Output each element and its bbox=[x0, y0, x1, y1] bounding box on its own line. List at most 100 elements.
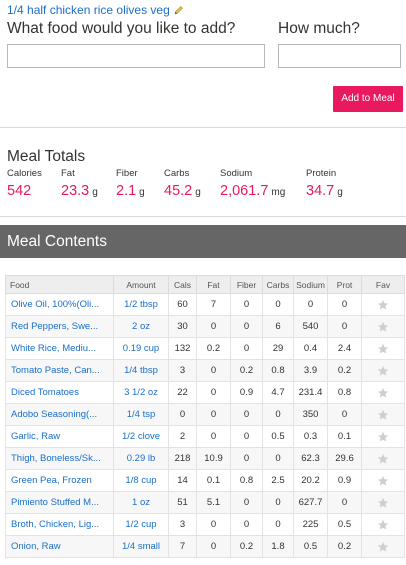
amount-link[interactable]: 1/8 cup bbox=[113, 469, 169, 492]
amount-link[interactable]: 1/2 clove bbox=[113, 425, 169, 448]
meal-totals-title: Meal Totals bbox=[7, 148, 86, 165]
amount-link[interactable]: 1/4 small bbox=[113, 535, 169, 558]
cell-cals: 132 bbox=[168, 337, 197, 360]
star-icon[interactable] bbox=[377, 431, 389, 443]
quantity-input[interactable] bbox=[278, 44, 401, 68]
amount-link[interactable]: 1/4 tsp bbox=[113, 403, 169, 426]
table-row: Adobo Seasoning(... 1/4 tsp 0 0 0 0 350 0 bbox=[5, 403, 405, 426]
table-header-row: Food Amount Cals Fat Fiber Carbs Sodium … bbox=[5, 275, 405, 294]
total-label: Sodium bbox=[220, 168, 253, 179]
cell-fat: 0 bbox=[196, 381, 231, 404]
meal-contents-table: Food Amount Cals Fat Fiber Carbs Sodium … bbox=[5, 275, 405, 558]
total-protein: Protein 34.7 g bbox=[306, 168, 343, 199]
cell-cals: 2 bbox=[168, 425, 197, 448]
amount-link[interactable]: 1/2 cup bbox=[113, 513, 169, 536]
cell-sodium: 225 bbox=[293, 513, 328, 536]
total-carbs: Carbs 45.2 g bbox=[164, 168, 201, 199]
food-name-link[interactable]: White Rice, Mediu... bbox=[5, 337, 114, 360]
column-header-carbs[interactable]: Carbs bbox=[262, 275, 294, 294]
cell-fav bbox=[361, 315, 405, 338]
column-header-amount[interactable]: Amount bbox=[113, 275, 169, 294]
cell-prot: 0.1 bbox=[327, 425, 362, 448]
total-value: 2,061.7 mg bbox=[220, 183, 286, 199]
table-row: Thigh, Boneless/Sk... 0.29 lb 218 10.9 0 0 62.… bbox=[5, 447, 405, 470]
food-name-link[interactable]: Green Pea, Frozen bbox=[5, 469, 114, 492]
food-name-link[interactable]: Red Peppers, Swe... bbox=[5, 315, 114, 338]
star-icon[interactable] bbox=[377, 321, 389, 333]
food-name-link[interactable]: Thigh, Boneless/Sk... bbox=[5, 447, 114, 470]
cell-fiber: 0.2 bbox=[230, 359, 263, 382]
column-header-prot[interactable]: Prot bbox=[327, 275, 362, 294]
cell-cals: 14 bbox=[168, 469, 197, 492]
total-calories: Calories 542 bbox=[7, 168, 42, 199]
cell-fat: 0 bbox=[196, 425, 231, 448]
star-icon[interactable] bbox=[377, 497, 389, 509]
cell-carbs: 0 bbox=[262, 403, 294, 426]
star-icon[interactable] bbox=[377, 343, 389, 355]
cell-sodium: 540 bbox=[293, 315, 328, 338]
star-icon[interactable] bbox=[377, 409, 389, 421]
cell-sodium: 350 bbox=[293, 403, 328, 426]
cell-fav bbox=[361, 293, 405, 316]
column-header-fat[interactable]: Fat bbox=[196, 275, 231, 294]
cell-carbs: 0 bbox=[262, 513, 294, 536]
star-icon[interactable] bbox=[377, 475, 389, 487]
cell-fat: 5.1 bbox=[196, 491, 231, 514]
food-name-link[interactable]: Olive Oil, 100%(Oli... bbox=[5, 293, 114, 316]
amount-link[interactable]: 2 oz bbox=[113, 315, 169, 338]
food-name-link[interactable]: Diced Tomatoes bbox=[5, 381, 114, 404]
cell-fat: 0 bbox=[196, 403, 231, 426]
star-icon[interactable] bbox=[377, 365, 389, 377]
total-value: 23.3 g bbox=[61, 183, 98, 199]
cell-fiber: 0 bbox=[230, 315, 263, 338]
star-icon[interactable] bbox=[377, 519, 389, 531]
star-icon[interactable] bbox=[377, 541, 389, 553]
cell-cals: 218 bbox=[168, 447, 197, 470]
star-icon[interactable] bbox=[377, 453, 389, 465]
cell-sodium: 0.4 bbox=[293, 337, 328, 360]
amount-link[interactable]: 3 1/2 oz bbox=[113, 381, 169, 404]
pencil-icon[interactable] bbox=[174, 5, 184, 15]
amount-link[interactable]: 1/2 tbsp bbox=[113, 293, 169, 316]
meal-name[interactable]: 1/4 half chicken rice olives veg bbox=[7, 3, 184, 17]
column-header-food[interactable]: Food bbox=[5, 275, 114, 294]
food-name-link[interactable]: Onion, Raw bbox=[5, 535, 114, 558]
cell-carbs: 0 bbox=[262, 491, 294, 514]
cell-carbs: 1.8 bbox=[262, 535, 294, 558]
food-search-input[interactable] bbox=[7, 44, 265, 68]
cell-prot: 0.2 bbox=[327, 535, 362, 558]
table-row: Tomato Paste, Can... 1/4 tbsp 3 0 0.2 0.8 3.9 0… bbox=[5, 359, 405, 382]
quantity-input-label: How much? bbox=[278, 20, 360, 37]
meal-name-text[interactable]: 1/4 half chicken rice olives veg bbox=[7, 3, 170, 17]
star-icon[interactable] bbox=[377, 387, 389, 399]
amount-link[interactable]: 1/4 tbsp bbox=[113, 359, 169, 382]
cell-prot: 0.5 bbox=[327, 513, 362, 536]
total-fat: Fat 23.3 g bbox=[61, 168, 98, 199]
cell-cals: 3 bbox=[168, 513, 197, 536]
cell-carbs: 0.8 bbox=[262, 359, 294, 382]
column-header-cals[interactable]: Cals bbox=[168, 275, 197, 294]
food-name-link[interactable]: Pimiento Stuffed M... bbox=[5, 491, 114, 514]
food-name-link[interactable]: Garlic, Raw bbox=[5, 425, 114, 448]
amount-link[interactable]: 0.19 cup bbox=[113, 337, 169, 360]
cell-cals: 60 bbox=[168, 293, 197, 316]
column-header-sodium[interactable]: Sodium bbox=[293, 275, 328, 294]
column-header-fiber[interactable]: Fiber bbox=[230, 275, 263, 294]
table-row: Green Pea, Frozen 1/8 cup 14 0.1 0.8 2.5 20.2 0… bbox=[5, 469, 405, 492]
amount-link[interactable]: 0.29 lb bbox=[113, 447, 169, 470]
cell-sodium: 231.4 bbox=[293, 381, 328, 404]
food-name-link[interactable]: Adobo Seasoning(... bbox=[5, 403, 114, 426]
cell-prot: 29.6 bbox=[327, 447, 362, 470]
table-row: Red Peppers, Swe... 2 oz 30 0 0 6 540 0 bbox=[5, 315, 405, 338]
food-name-link[interactable]: Tomato Paste, Can... bbox=[5, 359, 114, 382]
column-header-fav[interactable]: Fav bbox=[361, 275, 405, 294]
total-label: Carbs bbox=[164, 168, 190, 179]
star-icon[interactable] bbox=[377, 299, 389, 311]
meal-totals-panel: Meal Totals Calories 542 Fat 23.3 g Fiber… bbox=[0, 127, 406, 217]
add-to-meal-button[interactable]: Add to Meal bbox=[333, 86, 403, 112]
total-unit: g bbox=[139, 187, 145, 198]
amount-link[interactable]: 1 oz bbox=[113, 491, 169, 514]
food-name-link[interactable]: Broth, Chicken, Lig... bbox=[5, 513, 114, 536]
table-row: Broth, Chicken, Lig... 1/2 cup 3 0 0 0 225 0.5 bbox=[5, 513, 405, 536]
cell-sodium: 0.3 bbox=[293, 425, 328, 448]
